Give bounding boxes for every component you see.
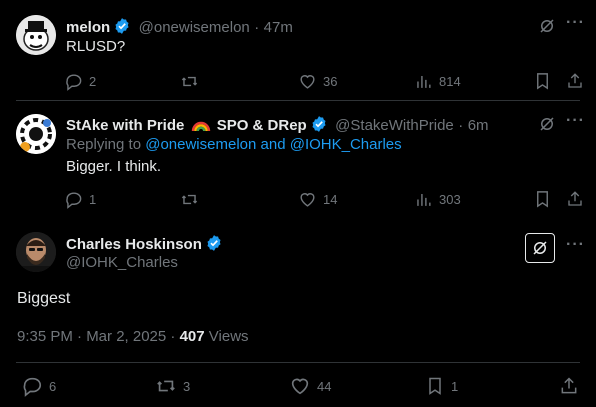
bookmark-icon[interactable] (533, 71, 552, 91)
like-count: 14 (323, 192, 338, 207)
retweet-icon (155, 375, 177, 397)
views-action[interactable]: 303 (414, 190, 461, 209)
main-retweet-action[interactable]: 3 (155, 375, 190, 397)
charles-avatar-art (16, 232, 56, 272)
separator: · (254, 19, 260, 36)
tweet1-header: melon @onewisemelon · 47m (66, 17, 293, 37)
main-reply-action[interactable]: 6 (21, 375, 56, 397)
handle[interactable]: @IOHK_Charles (66, 254, 178, 271)
display-name-part2: SPO & DRep (216, 117, 307, 134)
display-name-part1: StAke with Pride (66, 117, 185, 134)
reply-count: 1 (89, 192, 97, 207)
replying-and: and (260, 136, 286, 153)
views-count: 303 (439, 192, 461, 207)
retweet-icon (180, 72, 199, 91)
tweet-text: Bigger. I think. (66, 158, 162, 175)
main-views-label: Views (208, 328, 249, 345)
views-count: 814 (439, 74, 461, 89)
main-views-count: 407 (179, 328, 205, 345)
verified-badge-icon (207, 235, 221, 251)
timestamp[interactable]: 6m (468, 117, 489, 134)
reply-count: 6 (49, 378, 57, 394)
verified-badge-icon (115, 18, 129, 34)
mention-link[interactable]: @onewisemelon (145, 136, 256, 153)
grok-icon (531, 239, 549, 257)
more-icon[interactable]: ··· (566, 14, 585, 32)
views-icon (414, 190, 433, 209)
main-bookmark-action[interactable]: 1 (425, 375, 458, 397)
main-timestamp[interactable]: 9:35 PM · Mar 2, 2025 (17, 328, 166, 345)
avatar-stakewithpride[interactable] (16, 114, 56, 154)
more-icon[interactable]: ··· (566, 236, 585, 254)
avatar-melon[interactable] (16, 15, 56, 55)
avatar-charles[interactable] (16, 232, 56, 272)
retweet-action[interactable] (180, 190, 205, 209)
bookmark-icon (425, 375, 445, 397)
retweet-action[interactable] (180, 72, 205, 91)
main-meta: 9:35 PM · Mar 2, 2025 · 407 Views (17, 328, 249, 345)
bookmark-icon[interactable] (533, 189, 552, 209)
reply-icon (64, 72, 83, 91)
more-icon[interactable]: ··· (566, 112, 585, 130)
like-action[interactable]: 36 (298, 72, 337, 91)
timestamp[interactable]: 47m (264, 19, 293, 36)
reply-icon (21, 375, 43, 397)
like-action[interactable]: 14 (298, 190, 337, 209)
separator: · (458, 117, 464, 134)
handle[interactable]: @onewisemelon (139, 19, 250, 36)
display-name[interactable]: melon (66, 19, 110, 36)
grok-button[interactable] (525, 233, 555, 263)
retweet-count: 3 (183, 378, 191, 394)
mention-link[interactable]: @IOHK_Charles (290, 136, 402, 153)
like-icon (298, 190, 317, 209)
main-tweet-text: Biggest (17, 290, 71, 307)
main-display-name-row: Charles Hoskinson (66, 234, 223, 254)
stake-avatar-art (16, 114, 56, 154)
grok-icon[interactable] (538, 17, 556, 35)
like-icon (289, 375, 311, 397)
divider (16, 362, 580, 363)
display-name[interactable]: StAke with Pride SPO & DRep (66, 117, 307, 134)
rainbow-emoji-icon (191, 121, 210, 132)
verified-badge-icon (312, 116, 326, 132)
views-icon (414, 72, 433, 91)
divider (16, 100, 580, 101)
like-count: 44 (317, 378, 332, 394)
like-count: 36 (323, 74, 338, 89)
replying-prefix: Replying to (66, 136, 142, 153)
melon-avatar-art (16, 15, 56, 55)
retweet-icon (180, 190, 199, 209)
reply-count: 2 (89, 74, 97, 89)
reply-action[interactable]: 1 (64, 190, 96, 209)
reply-action[interactable]: 2 (64, 72, 96, 91)
handle[interactable]: @StakeWithPride (335, 117, 454, 134)
share-icon[interactable] (566, 189, 584, 209)
share-icon[interactable] (559, 375, 579, 397)
bookmark-count: 1 (451, 378, 459, 394)
share-icon[interactable] (566, 71, 584, 91)
like-icon (298, 72, 317, 91)
meta-separator: · (170, 328, 176, 345)
main-like-action[interactable]: 44 (289, 375, 331, 397)
views-action[interactable]: 814 (414, 72, 461, 91)
grok-icon[interactable] (538, 115, 556, 133)
reply-icon (64, 190, 83, 209)
display-name[interactable]: Charles Hoskinson (66, 236, 202, 253)
replying-to: Replying to @onewisemelon and @IOHK_Char… (66, 136, 402, 153)
tweet-text: RLUSD? (66, 38, 126, 55)
tweet2-header: StAke with Pride SPO & DRep @StakeWithPr… (66, 115, 489, 135)
